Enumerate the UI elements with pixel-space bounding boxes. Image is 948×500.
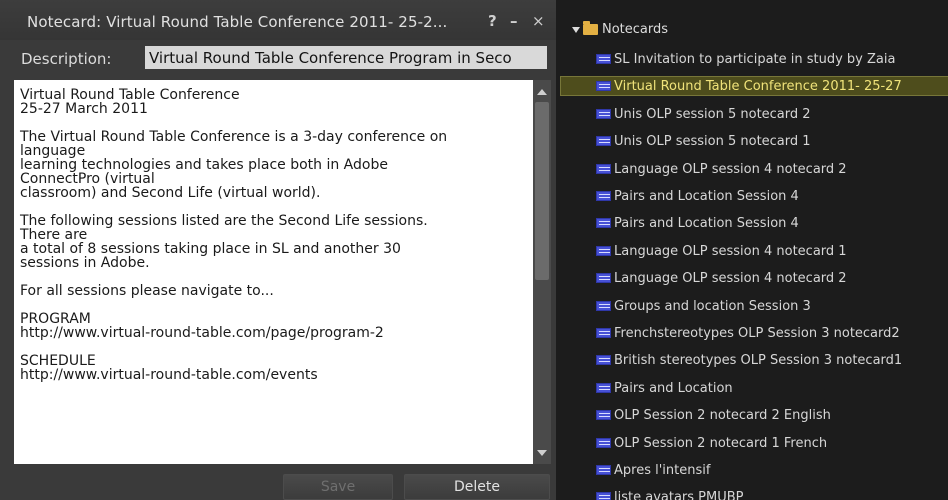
folder-label: Notecards <box>602 22 669 37</box>
list-item-label: Language OLP session 4 notecard 2 <box>614 271 847 287</box>
list-item[interactable]: SL Invitation to participate in study by… <box>596 50 948 70</box>
list-item-label: Pairs and Location Session 4 <box>614 216 799 232</box>
expand-triangle-icon[interactable] <box>572 26 580 33</box>
list-item-label: Groups and location Session 3 <box>614 298 811 314</box>
list-item-label: Apres l'intensif <box>614 463 711 478</box>
list-item[interactable]: liste avatars PMUBP <box>596 488 948 500</box>
description-input[interactable] <box>145 46 547 69</box>
list-item-label: Virtual Round Table Conference 2011- 25-… <box>614 79 902 95</box>
list-item[interactable]: Frenchstereotypes OLP Session 3 notecard… <box>596 324 948 344</box>
notecard-icon <box>596 410 611 421</box>
notecard-scrollbar[interactable] <box>533 80 551 464</box>
notecard-icon <box>596 163 611 174</box>
list-item-label: SL Invitation to participate in study by… <box>614 52 896 67</box>
notecard-icon <box>596 355 611 366</box>
list-item-label: Language OLP session 4 notecard 1 <box>614 243 847 259</box>
help-icon[interactable]: ? <box>488 12 497 30</box>
list-item[interactable]: OLP Session 2 notecard 1 French <box>596 434 948 454</box>
list-item-label: OLP Session 2 notecard 1 French <box>614 435 828 451</box>
notecard-icon <box>596 465 611 475</box>
list-item-label: Pairs and Location Session 4 <box>614 189 799 204</box>
list-item[interactable]: Apres l'intensif <box>596 461 948 481</box>
list-item-label: British stereotypes OLP Session 3 noteca… <box>614 353 903 369</box>
list-item-label: Frenchstereotypes OLP Session 3 notecard… <box>614 326 900 341</box>
notecard-icon <box>596 108 611 119</box>
list-item[interactable]: Pairs and Location Session 4 <box>596 187 948 207</box>
scrollbar-thumb[interactable] <box>535 102 549 280</box>
list-item[interactable]: Pairs and Location <box>596 379 948 399</box>
notecard-title: Notecard: Virtual Round Table Conference… <box>27 13 448 31</box>
list-item-label: OLP Session 2 notecard 2 English <box>614 408 831 424</box>
list-item[interactable]: Language OLP session 4 notecard 1 <box>596 242 948 262</box>
list-item[interactable]: Language OLP session 4 notecard 2 <box>596 160 948 180</box>
close-icon[interactable]: × <box>532 12 545 30</box>
list-item-label: Pairs and Location <box>614 380 733 396</box>
list-item[interactable]: Unis OLP session 5 notecard 2 <box>596 105 948 125</box>
list-item[interactable]: Pairs and Location Session 4 <box>596 214 948 234</box>
folder-notecards[interactable]: Notecards <box>572 21 669 42</box>
list-item[interactable]: Language OLP session 4 notecard 2 <box>596 269 948 289</box>
scroll-down-icon[interactable] <box>537 450 547 456</box>
notecard-icon <box>596 328 611 338</box>
notecard-icon <box>596 300 611 311</box>
notecard-icon <box>596 81 611 92</box>
notecard-titlebar[interactable]: Notecard: Virtual Round Table Conference… <box>0 0 556 40</box>
notecard-icon <box>596 382 611 393</box>
list-item-label: Language OLP session 4 notecard 2 <box>614 161 847 177</box>
list-item[interactable]: OLP Session 2 notecard 2 English <box>596 406 948 426</box>
notecard-body-text[interactable]: Virtual Round Table Conference 25-27 Mar… <box>20 88 526 382</box>
save-button[interactable]: Save <box>283 474 393 500</box>
folder-icon <box>583 21 598 35</box>
inventory-panel: Notecards SL Invitation to participate i… <box>556 0 948 500</box>
list-item-label: liste avatars PMUBP <box>614 490 744 500</box>
notecard-window: Notecard: Virtual Round Table Conference… <box>0 0 556 500</box>
notecard-text-editor[interactable]: Virtual Round Table Conference 25-27 Mar… <box>14 80 533 464</box>
list-item-label: Unis OLP session 5 notecard 1 <box>614 134 811 150</box>
notecard-icon <box>596 218 611 229</box>
notecard-icon <box>596 191 611 201</box>
notecard-icon <box>596 245 611 256</box>
list-item[interactable]: Groups and location Session 3 <box>596 297 948 317</box>
notecard-icon <box>596 273 611 284</box>
notecard-icon <box>596 437 611 448</box>
scroll-up-icon[interactable] <box>537 89 547 95</box>
description-label: Description: <box>21 50 112 68</box>
delete-button[interactable]: Delete <box>404 474 550 500</box>
notecard-icon <box>596 54 611 64</box>
notecard-icon <box>596 492 611 500</box>
minimize-icon[interactable]: – <box>510 12 518 30</box>
list-item[interactable]: Virtual Round Table Conference 2011- 25-… <box>560 76 948 97</box>
list-item-label: Unis OLP session 5 notecard 2 <box>614 106 811 122</box>
list-item[interactable]: British stereotypes OLP Session 3 noteca… <box>596 351 948 371</box>
notecard-icon <box>596 136 611 147</box>
list-item[interactable]: Unis OLP session 5 notecard 1 <box>596 132 948 152</box>
